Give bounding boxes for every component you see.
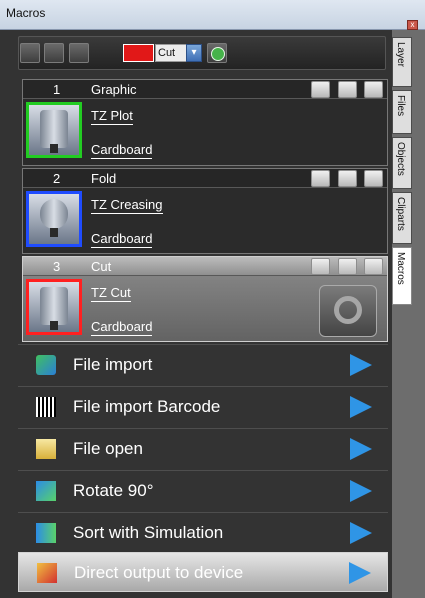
macro-header: 2 Fold	[23, 169, 387, 188]
tab-macros[interactable]: Macros	[392, 247, 412, 305]
tool-icon	[40, 287, 68, 325]
action-direct-output-to-device[interactable]: Direct output to device	[18, 552, 388, 592]
chevron-down-icon[interactable]: ▾	[186, 44, 202, 62]
play-arrow-icon[interactable]	[350, 522, 372, 544]
action-file-open[interactable]: File open	[18, 428, 388, 468]
action-file-import[interactable]: File import	[18, 344, 388, 384]
macro-number: 1	[53, 82, 61, 97]
macro-name: Cut	[91, 259, 112, 274]
lock-icon[interactable]	[337, 258, 357, 275]
action-file-import-barcode[interactable]: File import Barcode	[18, 386, 388, 426]
macro-header-icons	[308, 258, 383, 276]
import-icon	[36, 355, 56, 375]
macro-card[interactable]: 3 Cut TZ Cut Cardboard	[22, 256, 388, 342]
play-arrow-icon[interactable]	[350, 354, 372, 376]
lock-icon[interactable]	[337, 170, 357, 187]
macro-header: 1 Graphic	[23, 80, 387, 99]
material-name[interactable]: Cardboard	[91, 319, 153, 336]
layers-icon[interactable]	[364, 81, 383, 98]
barcode-icon	[36, 397, 56, 417]
macro-number: 2	[53, 171, 61, 186]
macro-name: Graphic	[91, 82, 137, 97]
macro-toolbar: Cut ▾	[18, 36, 386, 70]
material-name[interactable]: Cardboard	[91, 142, 153, 159]
dock-tabs: Layer Files Objects Cliparts Macros	[392, 30, 425, 598]
sort-icon	[36, 523, 56, 543]
panel-titlebar: Macros x	[0, 0, 425, 30]
action-label: File import Barcode	[73, 397, 221, 416]
tool-name[interactable]: TZ Creasing	[91, 197, 163, 214]
play-arrow-icon[interactable]	[350, 480, 372, 502]
layers-icon[interactable]	[364, 170, 383, 187]
macro-card[interactable]: 2 Fold TZ Creasing Cardboard	[22, 168, 388, 254]
tool-icon	[40, 110, 68, 148]
tab-files[interactable]: Files	[392, 90, 412, 134]
action-label: Sort with Simulation	[73, 523, 224, 542]
checkmark-icon	[211, 47, 225, 61]
action-label: Rotate 90°	[73, 481, 154, 500]
macro-header: 3 Cut	[23, 257, 387, 276]
tab-objects[interactable]: Objects	[392, 137, 412, 189]
tool-tip-icon	[50, 321, 58, 330]
macro-card[interactable]: 1 Graphic TZ Plot Cardboard	[22, 79, 388, 166]
play-arrow-icon[interactable]	[350, 438, 372, 460]
action-rotate-90[interactable]: Rotate 90°	[18, 470, 388, 510]
action-sort-with-simulation[interactable]: Sort with Simulation	[18, 512, 388, 552]
tab-layer[interactable]: Layer	[392, 37, 412, 87]
menu-button[interactable]	[20, 43, 40, 63]
apply-button[interactable]	[207, 43, 227, 63]
action-list: File import File import Barcode File ope…	[18, 344, 388, 598]
macro-header-icons	[308, 170, 383, 188]
direct-output-icon	[37, 563, 57, 583]
tool-name[interactable]: TZ Cut	[91, 285, 131, 302]
cut-select-label[interactable]: Cut	[155, 44, 187, 62]
settings-gear-icon[interactable]	[319, 285, 377, 337]
macro-number: 3	[53, 259, 61, 274]
tool-thumbnail	[26, 191, 82, 247]
tab-cliparts[interactable]: Cliparts	[392, 192, 412, 244]
action-label: File open	[73, 439, 143, 458]
cut-color-swatch[interactable]	[123, 44, 154, 62]
macro-name: Fold	[91, 171, 117, 186]
close-icon[interactable]: x	[407, 20, 418, 30]
tool-icon	[40, 199, 68, 229]
file-open-icon	[36, 439, 56, 459]
gear-icon	[334, 296, 362, 324]
eye-icon[interactable]	[311, 81, 331, 98]
play-arrow-icon[interactable]	[350, 396, 372, 418]
action-label: File import	[73, 355, 153, 374]
tool-thumbnail	[26, 102, 82, 158]
play-arrow-icon[interactable]	[349, 562, 371, 584]
panel-title: Macros	[6, 6, 46, 20]
eye-icon[interactable]	[311, 258, 331, 275]
layers-icon[interactable]	[364, 258, 383, 275]
tool-name[interactable]: TZ Plot	[91, 108, 133, 125]
globe-icon[interactable]	[69, 43, 89, 63]
action-label: Direct output to device	[74, 563, 244, 582]
tool-tip-icon	[50, 228, 58, 237]
macro-header-icons	[308, 81, 383, 99]
rotate-icon	[36, 481, 56, 501]
lock-icon[interactable]	[337, 81, 357, 98]
tool-tip-icon	[50, 144, 58, 153]
eye-icon[interactable]	[311, 170, 331, 187]
edit-tool-icon[interactable]	[44, 43, 64, 63]
tool-thumbnail	[26, 279, 82, 335]
material-name[interactable]: Cardboard	[91, 231, 153, 248]
